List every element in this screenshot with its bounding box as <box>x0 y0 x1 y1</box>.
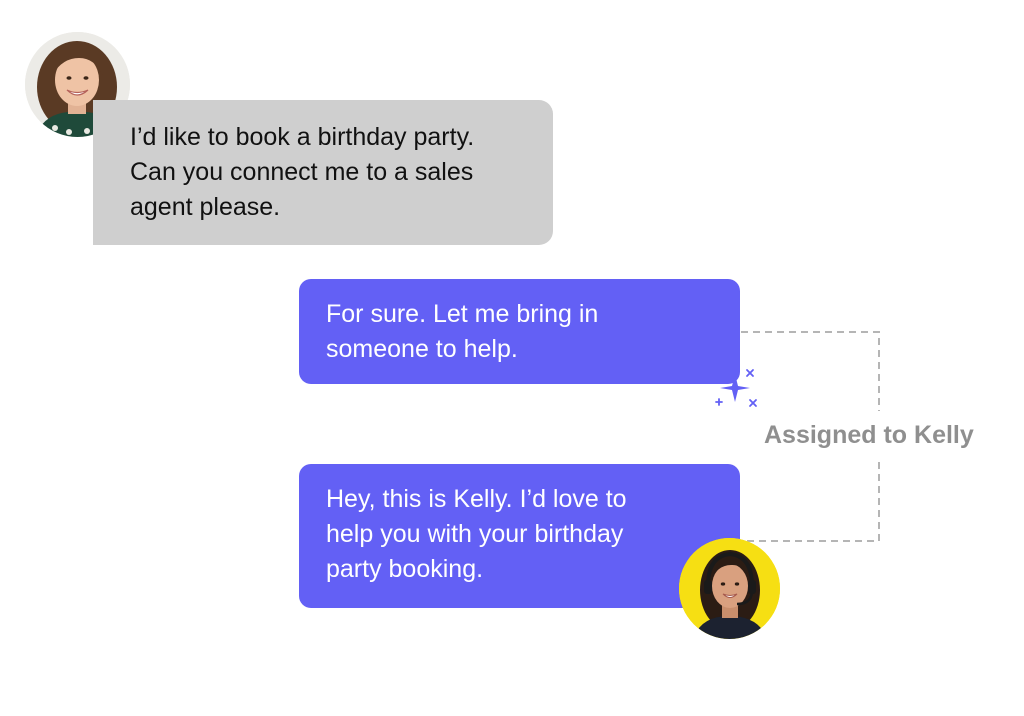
assignment-status-label: Assigned to Kelly <box>764 420 974 450</box>
message-line: help you with your birthday <box>326 520 624 548</box>
agent-avatar <box>679 538 780 639</box>
message-line: party booking. <box>326 555 484 583</box>
message-line: Can you connect me to a sales <box>130 158 474 186</box>
agent-message-bubble: Hey, this is Kelly. I’d love to help you… <box>299 464 740 608</box>
message-line: I’d like to book a birthday party. <box>130 123 475 151</box>
sparkle-icon <box>715 369 757 407</box>
bot-message-bubble: For sure. Let me bring in someone to hel… <box>299 279 740 384</box>
message-line: someone to help. <box>326 335 518 363</box>
message-line: agent please. <box>130 193 281 221</box>
message-line: For sure. Let me bring in <box>326 300 599 328</box>
customer-message-bubble: I’d like to book a birthday party. Can y… <box>93 100 553 245</box>
message-line: Hey, this is Kelly. I’d love to <box>326 485 627 513</box>
